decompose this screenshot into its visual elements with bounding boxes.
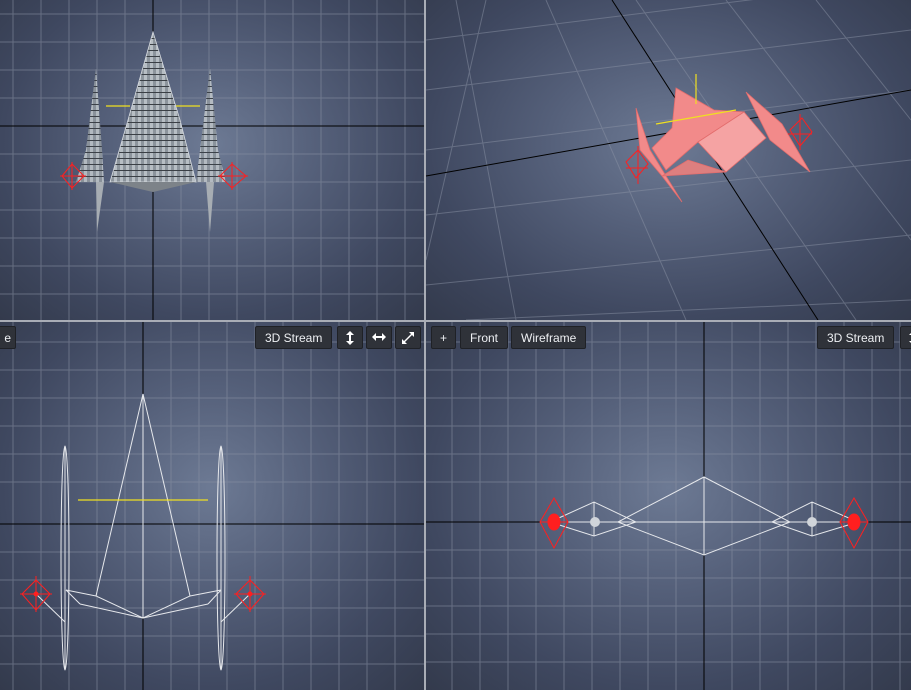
viewport-top-left-scene [0,0,424,320]
expand-diagonal-icon [402,332,414,344]
viewport-bottom-left[interactable]: e 3D Stream [0,322,424,690]
handle-right [218,162,248,190]
maximize-button[interactable] [395,326,421,349]
view-front-button[interactable]: Front [460,326,509,349]
arrow-up-down-icon [346,331,354,345]
pan-vertical-button[interactable] [337,326,363,349]
shading-wireframe-button[interactable]: Wireframe [511,326,587,349]
viewport-top-left[interactable] [0,0,424,320]
viewport-top-right[interactable] [426,0,911,320]
viewport-divider-vertical[interactable] [424,0,426,690]
pan-vertical-button[interactable] [900,326,911,349]
grid [0,322,424,690]
viewport-bottom-right[interactable]: + Front Wireframe 3D Stream [426,322,911,690]
handle-right [234,576,266,612]
handle-left [20,576,52,612]
axes [0,322,424,690]
grid [426,322,911,690]
3d-stream-button[interactable]: 3D Stream [255,326,333,349]
arrow-up-down-icon [909,333,911,343]
viewport-bottom-right-scene [426,322,911,690]
viewport-bottom-left-scene [0,322,424,690]
arrow-left-right-icon [372,333,386,341]
3d-stream-button[interactable]: 3D Stream [817,326,895,349]
wireframe-model [548,476,860,556]
add-viewport-button[interactable]: + [431,326,456,349]
axes [426,322,911,690]
viewport-divider-horizontal[interactable] [0,320,911,322]
view-mode-button[interactable]: e [0,326,16,349]
pan-horizontal-button[interactable] [366,326,392,349]
spaceship-shaded-model [635,87,811,203]
viewport-top-right-scene [426,0,911,320]
spaceship-textured-model [76,30,226,232]
